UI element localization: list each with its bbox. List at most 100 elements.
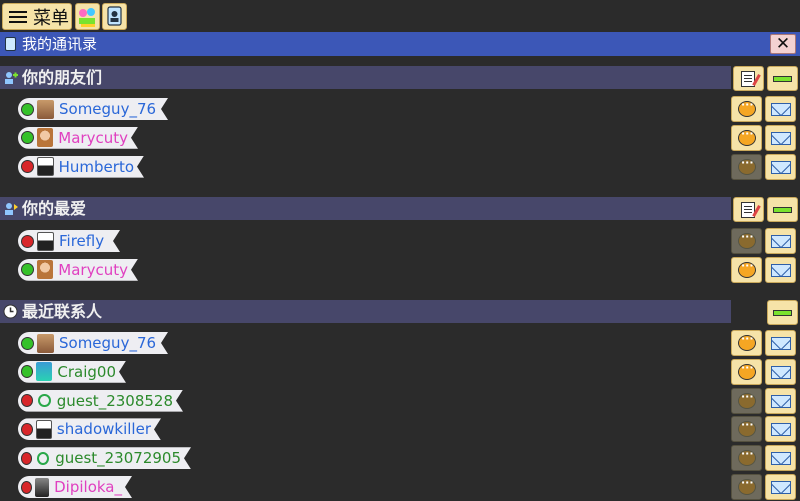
chat-bubble-icon xyxy=(738,390,756,409)
chat-button[interactable] xyxy=(731,153,762,180)
minus-icon xyxy=(773,76,792,82)
contact-name: Someguy_76 xyxy=(59,100,157,118)
menu-button[interactable]: 菜单 xyxy=(2,3,72,30)
chat-bubble-icon xyxy=(738,127,756,146)
edit-favorites-button[interactable] xyxy=(733,197,764,222)
avatar xyxy=(36,420,52,439)
send-mail-button[interactable] xyxy=(765,445,796,472)
chat-button[interactable] xyxy=(731,330,762,356)
avatar xyxy=(36,362,52,381)
favorite-users-icon xyxy=(5,203,18,215)
avatar xyxy=(37,334,54,353)
chat-bubble-icon xyxy=(738,476,756,495)
contact-name-tag[interactable]: Someguy_76 xyxy=(18,98,168,120)
contact-row: guest_23072905 xyxy=(0,444,800,472)
contact-name-tag[interactable]: shadowkiller xyxy=(18,418,161,440)
chat-button[interactable] xyxy=(731,416,762,443)
contact-row: shadowkiller xyxy=(0,415,800,443)
chat-button[interactable] xyxy=(731,474,762,500)
send-mail-button[interactable] xyxy=(765,124,796,151)
contact-row: Marycuty xyxy=(0,124,800,152)
online-status-icon xyxy=(21,103,34,116)
minus-icon xyxy=(773,310,792,316)
send-mail-button[interactable] xyxy=(765,96,796,122)
chat-button[interactable] xyxy=(731,445,762,472)
contact-book-button[interactable] xyxy=(102,3,127,30)
send-mail-button[interactable] xyxy=(765,358,796,385)
avatar xyxy=(37,128,54,147)
envelope-icon xyxy=(771,423,791,437)
envelope-icon xyxy=(771,160,791,174)
contact-row: Someguy_76 xyxy=(0,95,800,123)
chat-button[interactable] xyxy=(731,256,762,283)
contact-name: Marycuty xyxy=(58,260,128,279)
avatar xyxy=(37,232,54,251)
section-title: 最近联系人 xyxy=(22,302,103,321)
collapse-recent-button[interactable] xyxy=(767,300,798,325)
edit-friends-button[interactable] xyxy=(733,66,764,91)
offline-status-icon xyxy=(21,481,32,494)
chat-button[interactable] xyxy=(731,387,762,414)
edit-icon xyxy=(741,202,755,218)
contact-name: Dipiloka_ xyxy=(54,478,122,496)
contact-name-tag[interactable]: Marycuty xyxy=(18,127,138,149)
chat-button[interactable] xyxy=(731,358,762,385)
envelope-icon xyxy=(771,131,791,145)
envelope-icon xyxy=(771,263,791,277)
chat-bubble-icon xyxy=(738,332,756,351)
contact-name-tag[interactable]: Dipiloka_ xyxy=(18,476,132,498)
avatar xyxy=(37,100,54,119)
offline-status-icon xyxy=(21,394,33,407)
avatar xyxy=(37,260,54,279)
contact-name: guest_2308528 xyxy=(56,391,173,410)
envelope-icon xyxy=(771,337,791,350)
send-mail-button[interactable] xyxy=(765,387,796,414)
section-header-recent: 最近联系人 xyxy=(0,300,731,323)
chat-button[interactable] xyxy=(731,96,762,122)
contact-name-tag[interactable]: guest_23072905 xyxy=(18,447,191,469)
envelope-icon xyxy=(771,365,791,379)
envelope-icon xyxy=(771,235,791,248)
contact-name-tag[interactable]: guest_2308528 xyxy=(18,390,183,412)
send-mail-button[interactable] xyxy=(765,474,796,500)
send-mail-button[interactable] xyxy=(765,416,796,443)
contact-row: Someguy_76 xyxy=(0,329,800,357)
send-mail-button[interactable] xyxy=(765,330,796,356)
contact-name: Craig00 xyxy=(57,362,116,381)
chat-bubble-icon xyxy=(738,447,756,467)
contact-name-tag[interactable]: Craig00 xyxy=(18,361,126,383)
minus-icon xyxy=(773,207,792,213)
contact-name-tag[interactable]: Firefly xyxy=(18,230,120,252)
people-group-icon-button[interactable] xyxy=(75,3,100,30)
chat-button[interactable] xyxy=(731,228,762,254)
window-title-bar: 我的通讯录 ✕ xyxy=(0,32,800,56)
envelope-icon xyxy=(771,452,791,466)
contact-row: guest_2308528 xyxy=(0,387,800,415)
close-button[interactable]: ✕ xyxy=(770,34,796,54)
online-status-icon xyxy=(21,365,33,378)
collapse-favorites-button[interactable] xyxy=(767,197,798,222)
online-status-icon xyxy=(21,337,34,350)
online-status-icon xyxy=(21,263,34,276)
contact-name: Someguy_76 xyxy=(59,334,157,352)
send-mail-button[interactable] xyxy=(765,153,796,180)
section-header-favorites: 你的最爱 xyxy=(0,197,731,220)
chat-button[interactable] xyxy=(731,124,762,151)
contact-name-tag[interactable]: Humberto xyxy=(18,156,144,178)
send-mail-button[interactable] xyxy=(765,228,796,254)
collapse-friends-button[interactable] xyxy=(767,66,798,91)
chat-bubble-icon xyxy=(738,230,756,249)
contact-name-tag[interactable]: Marycuty xyxy=(18,259,138,281)
avatar xyxy=(37,157,54,176)
offline-status-icon xyxy=(21,160,34,173)
avatar xyxy=(38,394,50,407)
contact-row: Firefly xyxy=(0,227,800,255)
chat-bubble-icon xyxy=(738,98,756,117)
menu-label: 菜单 xyxy=(33,7,69,29)
contact-book-icon xyxy=(5,37,16,51)
contact-book-icon xyxy=(107,6,122,26)
send-mail-button[interactable] xyxy=(765,256,796,283)
envelope-icon xyxy=(771,394,791,408)
contact-row: Marycuty xyxy=(0,256,800,284)
contact-name-tag[interactable]: Someguy_76 xyxy=(18,332,168,354)
